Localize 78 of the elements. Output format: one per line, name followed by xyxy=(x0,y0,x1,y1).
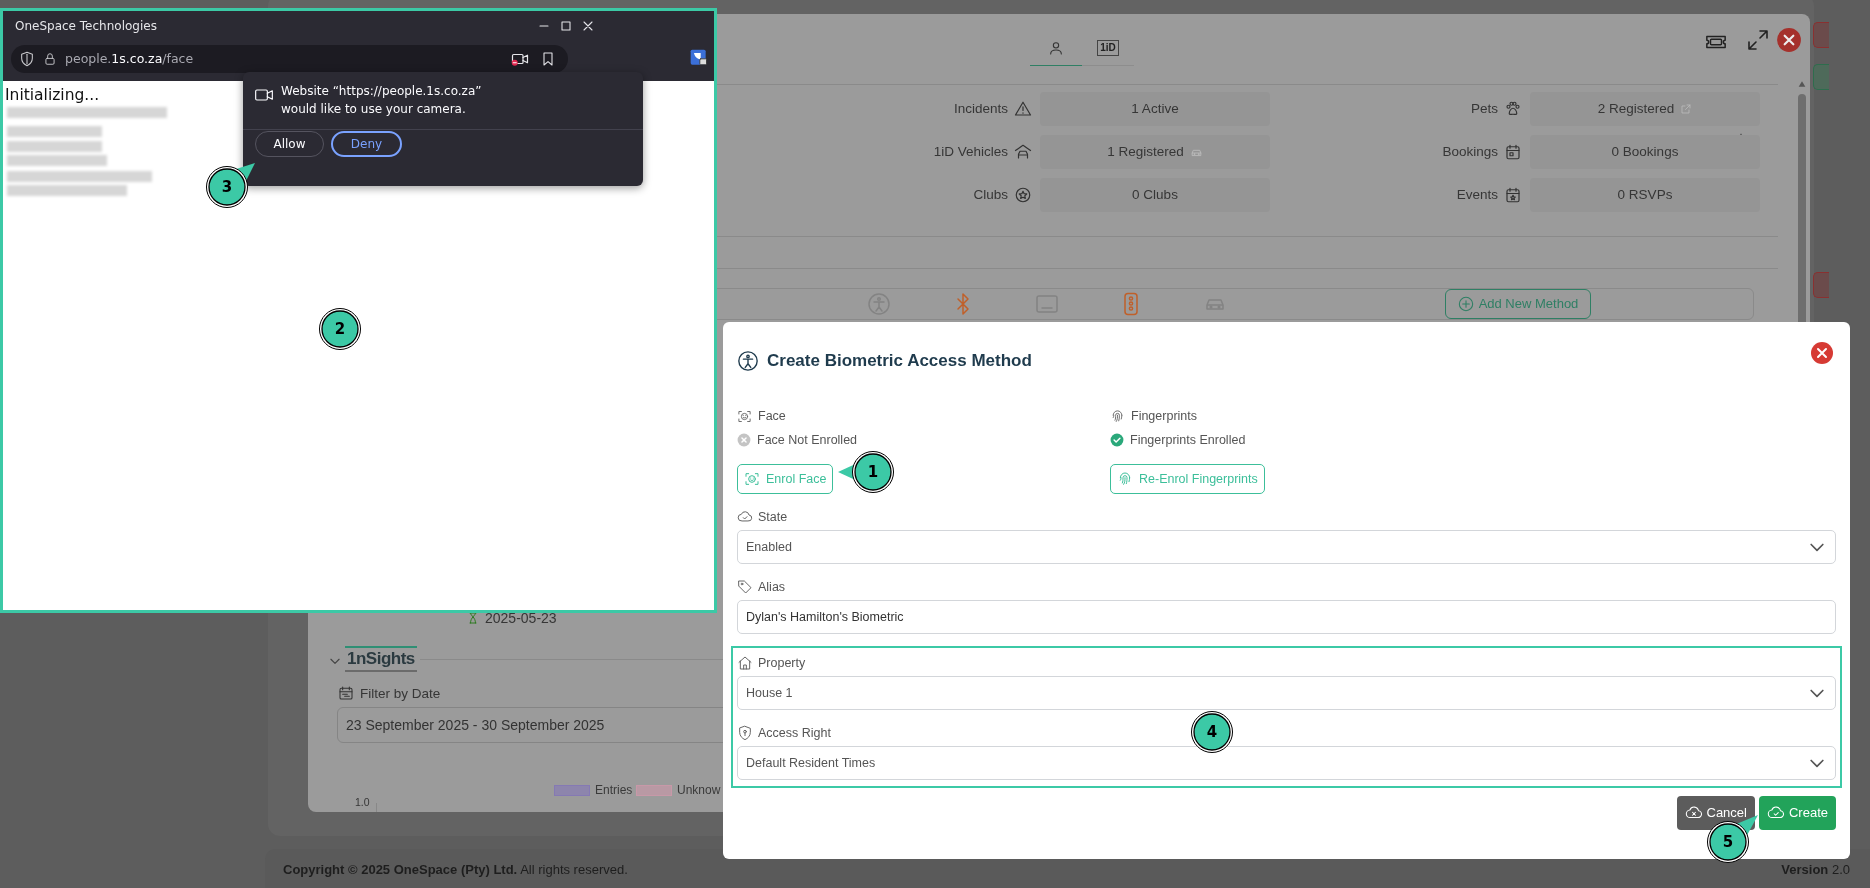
method-label: Face xyxy=(758,407,786,425)
expiry-date: 2025-05-23 xyxy=(485,609,557,628)
legend-label: Entries xyxy=(595,782,633,799)
info-label: 1iD Vehicles xyxy=(933,142,1008,161)
version-text: Version 2.0 xyxy=(1781,861,1850,879)
scroll-up-icon xyxy=(1797,80,1807,88)
warning-icon xyxy=(1014,100,1032,118)
expand-icon xyxy=(1746,28,1770,52)
info-value: 2 Registered xyxy=(1597,99,1675,118)
select-field[interactable]: House 1 xyxy=(737,676,1836,710)
house-icon xyxy=(737,655,753,671)
field-label: State xyxy=(758,508,788,526)
address-bar[interactable]: people.1s.co.za/face xyxy=(11,45,568,73)
select-field[interactable]: Enabled xyxy=(737,530,1836,564)
person-icon xyxy=(1048,39,1064,56)
calendar-star-icon xyxy=(1504,186,1522,204)
extension-icon[interactable] xyxy=(689,48,709,68)
select-field[interactable]: Default Resident Times xyxy=(737,746,1836,780)
info-label: Clubs xyxy=(973,185,1008,204)
face-scan-icon xyxy=(744,471,760,487)
enrolment-status: Face Not Enrolled xyxy=(757,431,858,449)
allow-button[interactable]: Allow xyxy=(255,131,324,157)
permission-message: Website “https://people.1s.co.za” would like to use your camera. xyxy=(281,83,482,118)
car-garage-icon xyxy=(1014,143,1032,161)
info-label: Bookings xyxy=(1442,142,1498,161)
deny-button[interactable]: Deny xyxy=(331,131,402,157)
info-value: 0 RSVPs xyxy=(1617,185,1673,204)
field-label: Access Right xyxy=(758,724,831,742)
url-text: people.1s.co.za/face xyxy=(65,49,194,68)
method-label: Fingerprints xyxy=(1131,407,1197,425)
info-label: Events xyxy=(1456,185,1498,204)
field-label: Alias xyxy=(758,578,786,596)
info-value: 1 Active xyxy=(1131,99,1179,118)
info-value: 1 Registered xyxy=(1107,142,1184,161)
plus-circle-icon xyxy=(1457,296,1474,312)
cloud-check-icon xyxy=(737,509,753,525)
profile-tab[interactable]: 1iD xyxy=(1082,30,1134,66)
status-text: Initializing... xyxy=(5,85,100,106)
step-marker: 4 xyxy=(1191,711,1233,753)
paw-icon xyxy=(1504,100,1522,118)
select-value: House 1 xyxy=(746,684,793,702)
insights-logo: 1nSights xyxy=(345,646,417,672)
text-field[interactable]: Dylan's Hamilton's Biometric xyxy=(737,600,1836,634)
modal-title: Create Biometric Access Method xyxy=(767,350,1032,372)
partial-button[interactable] xyxy=(1813,64,1829,90)
partial-button[interactable] xyxy=(1813,22,1829,48)
accessibility-icon[interactable] xyxy=(867,292,891,316)
calendar-icon xyxy=(1504,143,1522,161)
hourglass-icon xyxy=(467,611,479,625)
field-label: Property xyxy=(758,654,806,672)
filter-label: Filter by Date xyxy=(360,685,441,703)
shield-icon xyxy=(19,51,35,67)
window-title: OneSpace Technologies xyxy=(15,18,157,35)
step-marker: 2 xyxy=(319,308,361,350)
axis-tick-label: 1.0 xyxy=(355,795,370,810)
shield-icon xyxy=(737,725,753,741)
info-label: Incidents xyxy=(953,99,1008,118)
maximize-icon[interactable] xyxy=(558,18,574,34)
info-value: 0 Bookings xyxy=(1611,142,1679,161)
tag-icon xyxy=(737,579,753,595)
select-value: Default Resident Times xyxy=(746,754,876,772)
info-label: Pets xyxy=(1471,99,1498,118)
card-icon[interactable] xyxy=(1035,292,1059,316)
info-value: 0 Clubs xyxy=(1132,185,1178,204)
enrolment-status: Fingerprints Enrolled xyxy=(1130,431,1246,449)
close-icon[interactable] xyxy=(1776,27,1802,53)
fingerprint-icon xyxy=(1117,471,1133,487)
accessibility-icon xyxy=(737,350,759,372)
calendar-filter-icon xyxy=(338,685,354,701)
legend-label: Unknow xyxy=(677,782,721,799)
copyright-text: Copyright © 2025 OneSpace (Pty) Ltd. All rights reserved. xyxy=(283,861,628,879)
partial-button[interactable] xyxy=(1813,272,1829,298)
select-value: Enabled xyxy=(746,538,792,556)
lock-icon xyxy=(43,52,57,66)
face-scan-icon xyxy=(737,408,752,424)
fingerprint-icon xyxy=(1110,408,1125,424)
bookmark-icon[interactable] xyxy=(540,51,556,67)
external-link-icon xyxy=(1680,103,1693,115)
